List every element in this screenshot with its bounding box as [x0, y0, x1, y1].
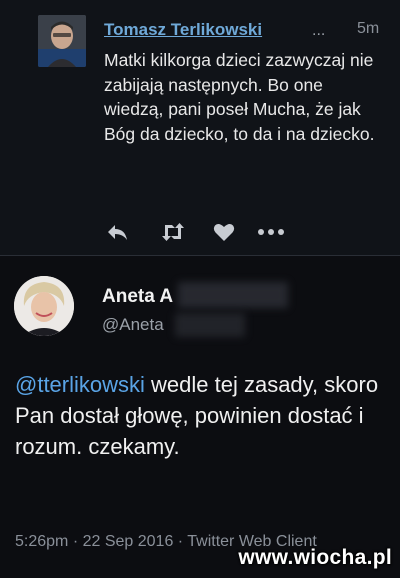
retweet-icon[interactable] — [159, 220, 187, 244]
author-avatar[interactable] — [38, 15, 86, 67]
tweet-text: Matki kilkorga dzieci zazwyczaj nie zabi… — [104, 50, 375, 144]
redacted-name — [178, 282, 288, 308]
reply-icon[interactable] — [104, 220, 130, 244]
more-icon[interactable] — [256, 220, 286, 244]
author-handle[interactable]: @Aneta — [102, 315, 164, 335]
tweet-card-1[interactable]: Tomasz Terlikowski ... 5m Matki kilkorga… — [0, 0, 400, 256]
site-watermark: www.wiocha.pl — [238, 546, 392, 569]
name-truncation: ... — [312, 22, 326, 39]
tweet-card-2[interactable]: Aneta A @Aneta @tterlikowski wedle tej z… — [0, 256, 400, 578]
author-name[interactable]: Aneta A — [102, 286, 173, 308]
avatar-photo — [38, 15, 86, 67]
mention-link[interactable]: @tterlikowski — [15, 372, 145, 397]
tweet-text: @tterlikowski wedle tej zasady, skoro Pa… — [15, 369, 385, 462]
author-avatar[interactable] — [14, 276, 74, 336]
tweet-actions — [104, 220, 294, 244]
avatar-photo — [14, 276, 74, 336]
author-name[interactable]: Tomasz Terlikowski — [104, 20, 262, 40]
tweet-time[interactable]: 5m — [357, 20, 379, 38]
redacted-handle — [175, 313, 245, 337]
like-icon[interactable] — [212, 220, 236, 244]
